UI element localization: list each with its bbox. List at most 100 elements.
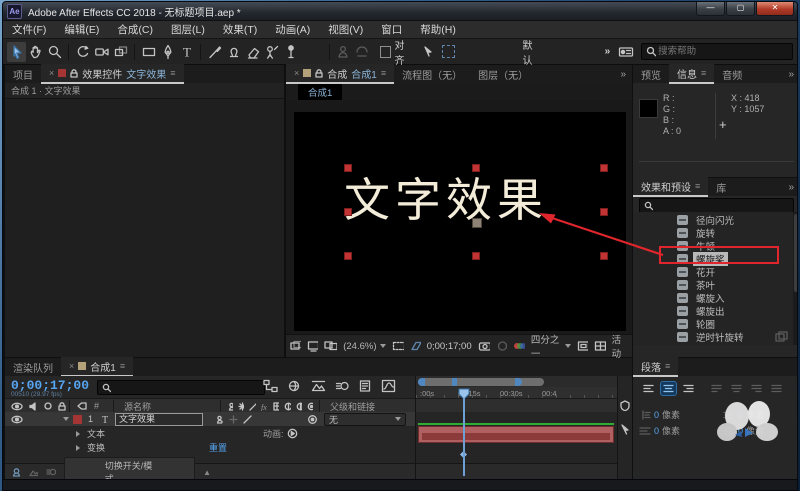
selection-handle[interactable] <box>600 208 608 216</box>
marquee-dashed-icon[interactable] <box>439 42 458 62</box>
roto-brush-tool[interactable] <box>262 42 281 62</box>
preset-item[interactable]: 逆时针旋转 <box>633 330 792 344</box>
aux-viewer-icon[interactable] <box>324 340 338 352</box>
clone-stamp-tool[interactable] <box>224 42 243 62</box>
parent-dropdown[interactable]: 无 <box>324 412 407 426</box>
justify-last-left-button[interactable] <box>709 382 724 395</box>
new-preset-icon[interactable] <box>775 331 788 343</box>
preset-item[interactable]: 茶叶 <box>633 278 792 292</box>
fast-preview-icon[interactable] <box>577 340 589 352</box>
tab-layer[interactable]: 图层（无） <box>470 65 536 83</box>
comp-timecode[interactable]: 0;00;17;00 <box>427 341 472 352</box>
expand-text-group[interactable] <box>76 430 80 437</box>
shelf-pointer-icon[interactable] <box>620 424 630 435</box>
puppet-pin-tool[interactable] <box>282 42 301 62</box>
preset-item[interactable]: 旋转 <box>633 226 792 240</box>
snap-toggle[interactable]: 对齐 <box>379 37 413 67</box>
animate-menu-icon[interactable] <box>287 428 298 439</box>
justify-all-button[interactable] <box>769 382 784 395</box>
panel-menu-icon[interactable]: ≡ <box>701 68 706 78</box>
snap-checkbox[interactable] <box>379 45 391 58</box>
frame-blend-toggle-icon[interactable] <box>28 467 39 477</box>
layer-switches[interactable] <box>215 414 285 424</box>
help-search[interactable] <box>641 43 793 60</box>
tab-timeline-comp[interactable]: × 合成1 ≡ <box>61 357 134 377</box>
panel-menu-icon[interactable]: ≡ <box>695 181 700 191</box>
preset-item[interactable]: 螺旋入 <box>633 291 792 305</box>
mask-cursor-icon[interactable] <box>420 42 439 62</box>
tab-project[interactable]: 项目 <box>5 65 41 83</box>
tab-render-queue[interactable]: 渲染队列 <box>5 358 61 376</box>
primary-viewer-icon[interactable] <box>307 340 319 352</box>
camera-tool[interactable] <box>92 42 111 62</box>
minimize-button[interactable]: — <box>696 2 725 16</box>
tab-paragraph[interactable]: 段落 ≡ <box>633 357 679 377</box>
comp-text[interactable]: 文字效果 <box>344 164 548 230</box>
preset-item[interactable]: 牛顿 <box>633 239 792 253</box>
close-tab-icon[interactable]: × <box>294 68 299 78</box>
pen-tool[interactable] <box>158 42 177 62</box>
close-tab-icon[interactable]: × <box>49 68 54 78</box>
selection-handle[interactable] <box>472 252 480 260</box>
menu-edit[interactable]: 编辑(E) <box>55 22 108 37</box>
effects-search[interactable] <box>639 198 794 213</box>
selection-tool[interactable] <box>7 41 27 62</box>
menu-animation[interactable]: 动画(A) <box>266 22 319 37</box>
selection-handle[interactable] <box>344 208 352 216</box>
comp-viewer[interactable]: 文字效果 <box>286 100 632 335</box>
tab-composition[interactable]: × 合成 合成1 ≡ <box>286 64 395 84</box>
reset-link[interactable]: 重置 <box>209 441 227 454</box>
type-tool[interactable]: T <box>177 42 196 62</box>
shy-icon[interactable] <box>11 467 21 477</box>
menu-layer[interactable]: 图层(L) <box>162 22 214 37</box>
selection-handle[interactable] <box>600 252 608 260</box>
transform-group-label[interactable]: 变换 <box>87 441 105 454</box>
timeline-search[interactable] <box>97 380 265 395</box>
roi-icon[interactable] <box>392 340 404 352</box>
align-center-button[interactable] <box>660 381 677 396</box>
parent-link-column[interactable]: 父级和链接 <box>330 400 375 413</box>
preset-item[interactable]: 花开 <box>633 265 792 279</box>
preset-item[interactable]: 螺旋出 <box>633 304 792 318</box>
layer-name[interactable]: 文字效果 <box>115 412 204 426</box>
zoom-tool[interactable] <box>45 42 64 62</box>
justify-last-right-button[interactable] <box>749 382 764 395</box>
layer-expand-arrow[interactable] <box>63 417 69 421</box>
tab-audio[interactable]: 音频 <box>714 65 750 83</box>
tab-effects-presets[interactable]: 效果和预设 ≡ <box>633 177 709 197</box>
panel-menu-icon[interactable]: ≡ <box>665 361 670 371</box>
align-right-button[interactable] <box>681 382 696 395</box>
comp-canvas[interactable]: 文字效果 <box>294 112 626 331</box>
tab-preview[interactable]: 预览 <box>633 65 669 83</box>
always-preview-icon[interactable] <box>290 340 302 352</box>
resolution-select[interactable]: 四分之一 <box>531 332 572 360</box>
comp-marker-bin[interactable]: ▲ <box>203 468 211 477</box>
brainstorm-icon[interactable] <box>359 379 372 393</box>
hand-tool[interactable] <box>26 42 45 62</box>
panel-overflow[interactable]: » <box>782 182 797 193</box>
layer-eye-toggle[interactable] <box>11 415 23 424</box>
space-before-value[interactable]: 0 <box>654 426 659 436</box>
time-navigator[interactable] <box>418 378 544 386</box>
maximize-button[interactable]: ▢ <box>726 2 755 16</box>
graph-editor-icon[interactable] <box>381 379 396 393</box>
eraser-tool[interactable] <box>243 42 262 62</box>
selection-handle[interactable] <box>344 252 352 260</box>
help-search-input[interactable] <box>656 45 788 58</box>
shape-tool[interactable] <box>139 42 158 62</box>
tab-info[interactable]: 信息 ≡ <box>669 64 715 84</box>
mask-visibility-icon[interactable] <box>410 340 421 352</box>
rotate-tool[interactable] <box>73 42 92 62</box>
panel-overflow[interactable]: » <box>782 69 797 80</box>
frame-blending-icon[interactable] <box>311 379 326 393</box>
timeline-search-input[interactable] <box>111 381 260 394</box>
pan-behind-tool[interactable] <box>111 42 130 62</box>
panel-menu-icon[interactable]: ≡ <box>381 68 386 78</box>
workspace-overflow[interactable]: » <box>605 46 611 57</box>
justify-last-center-button[interactable] <box>729 382 744 395</box>
scrollbar[interactable] <box>793 212 797 345</box>
align-left-button[interactable] <box>641 382 656 395</box>
scrollbar-thumb[interactable] <box>794 214 797 292</box>
panel-menu-icon[interactable]: ≡ <box>170 68 175 78</box>
tab-library[interactable]: 库 <box>708 178 734 196</box>
